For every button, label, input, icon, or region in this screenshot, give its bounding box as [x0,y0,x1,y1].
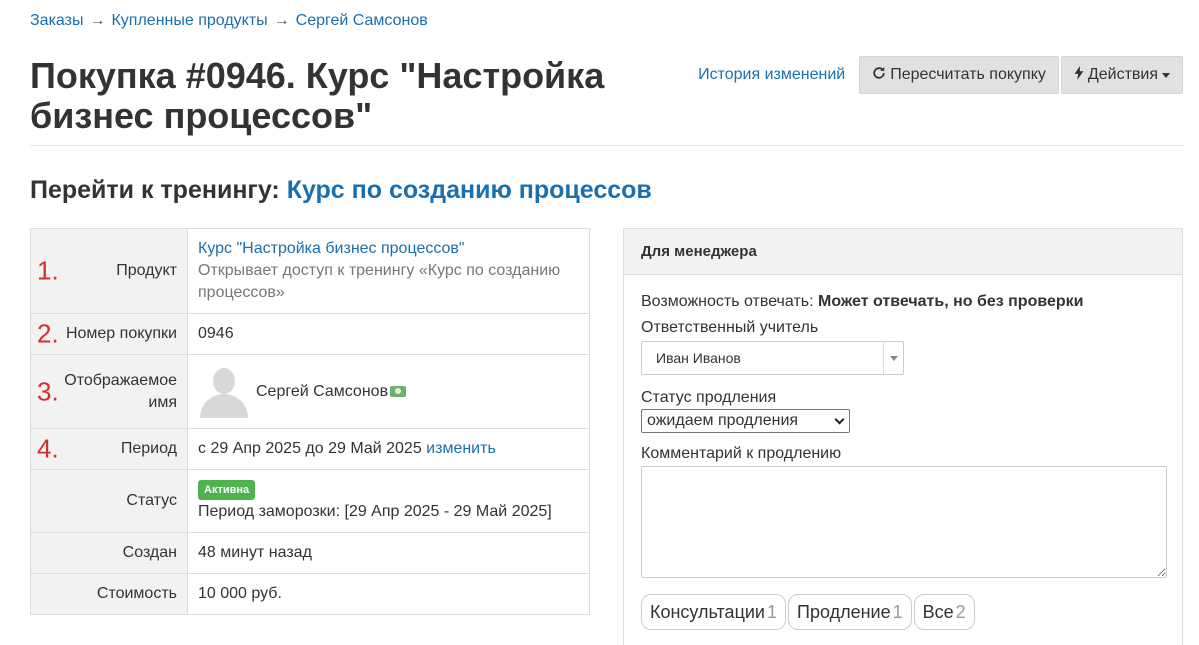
cost-value: 10 000 руб. [187,573,590,615]
tab-count: 1 [892,601,903,622]
number-marker: 3. [37,376,59,406]
row-label-cell: 4. Период [30,428,188,470]
table-row-status: Статус Активна Период заморозки: [29 Апр… [30,469,590,533]
breadcrumb-separator: → [89,12,106,29]
row-value-cell: Курс "Настройка бизнес процессов" Открыв… [187,228,590,314]
tab-count: 2 [955,601,966,622]
avatar[interactable] [198,366,250,418]
header-divider [30,145,1183,146]
table-row-cost: Стоимость 10 000 руб. [30,573,590,615]
tab-renewal[interactable]: Продление 1 [788,594,912,630]
training-link[interactable]: Курс по созданию процессов [287,176,652,204]
tab-label: Все [922,601,954,622]
renewal-comment-textarea[interactable] [641,466,1167,578]
bolt-icon [1074,65,1084,85]
teacher-label: Ответственный учитель [641,319,819,336]
renewal-select-value: ожидаем продления [647,412,799,429]
manager-panel-title: Для менеджера [624,229,1182,275]
cost-label: Стоимость [96,585,177,602]
recalc-button-label: Пересчитать покупку [890,66,1046,83]
breadcrumb-user-link[interactable]: Сергей Самсонов [296,12,428,29]
table-row-period: 4. Период с 29 Апр 2025 до 29 Май 2025 и… [30,428,590,470]
tab-all[interactable]: Все 2 [913,594,975,630]
number-marker: 4. [37,433,59,464]
tab-consultations[interactable]: Консультации 1 [641,594,787,630]
caret-down-icon [1162,72,1170,78]
product-label: Продукт [116,262,177,279]
user-name-link[interactable]: Сергей Самсонов [256,383,388,401]
breadcrumb-orders-link[interactable]: Заказы [30,12,83,29]
reply-value: Может отвечать, но без проверки [818,293,1084,310]
manager-panel-body: Возможность отвечать: Может отвечать, но… [624,275,1182,645]
renewal-label: Статус продления [641,389,777,406]
purchase-number-value: 0946 [187,313,590,355]
tab-count: 1 [767,601,778,622]
breadcrumb-separator: → [273,12,290,29]
purchase-number-label: Номер покупки [65,325,177,342]
row-value-cell: Активна Период заморозки: [29 Апр 2025 -… [187,469,590,533]
teacher-select[interactable]: Иван Иванов [641,341,904,375]
renewal-status-select[interactable]: ожидаем продления [641,409,850,433]
row-value-cell: Сергей Самсонов [187,354,590,429]
number-marker: 2. [37,318,59,349]
table-row-product: 1. Продукт Курс "Настройка бизнес процес… [30,228,590,314]
user-row: Сергей Самсонов [198,366,579,418]
status-badge: Активна [198,479,256,500]
period-value: с 29 Апр 2025 до 29 Май 2025 [198,440,422,457]
tab-label: Консультации [650,601,765,622]
table-row-created: Создан 48 минут назад [30,532,590,574]
purchase-info-table: 1. Продукт Курс "Настройка бизнес процес… [30,228,590,615]
header-actions: История изменений Пересчитать покупку Де… [698,56,1183,94]
money-icon [390,386,407,397]
created-label: Создан [122,544,177,561]
change-period-link[interactable]: изменить [426,440,496,457]
manager-tabs: Консультации 1 Продление 1 Все 2 [641,594,1165,630]
reply-permission: Возможность отвечать: Может отвечать, но… [641,291,1165,313]
row-value-cell: с 29 Апр 2025 до 29 Май 2025 изменить [187,428,590,470]
status-label: Статус [126,492,177,509]
chevron-down-icon [834,414,845,425]
row-label-cell: 3. Отображаемое имя [30,354,188,429]
created-value: 48 минут назад [187,532,590,574]
manager-panel: Для менеджера Возможность отвечать: Може… [623,228,1183,645]
training-heading: Перейти к тренингу: Курс по созданию про… [30,176,652,205]
product-description: Открывает доступ к тренингу «Курс по соз… [198,262,561,301]
row-label-cell: Создан [30,532,188,574]
breadcrumb: Заказы → Купленные продукты → Сергей Самсоно… [30,12,428,30]
product-link[interactable]: Курс "Настройка бизнес процессов" [198,238,579,260]
training-prefix: Перейти к тренингу: [30,176,280,204]
display-name-label: Отображаемое имя [64,371,177,411]
comment-label: Комментарий к продлению [641,445,842,462]
table-row-purchase-number: 2. Номер покупки 0946 [30,313,590,355]
number-marker: 1. [37,255,59,286]
row-label-cell: Статус [30,469,188,533]
refresh-icon [872,66,886,85]
table-row-display-name: 3. Отображаемое имя Сергей Самсонов [30,354,590,429]
row-label-cell: 1. Продукт [30,228,188,314]
actions-dropdown-button[interactable]: Действия [1060,56,1183,94]
tab-label: Продление [797,601,891,622]
breadcrumb-purchased-products-link[interactable]: Купленные продукты [111,12,267,29]
history-link[interactable]: История изменений [698,66,845,84]
chevron-down-icon [883,342,903,374]
page-title: Покупка #0946. Курс "Настройка бизнес пр… [30,55,605,136]
row-label-cell: 2. Номер покупки [30,313,188,355]
row-label-cell: Стоимость [30,573,188,615]
recalc-button[interactable]: Пересчитать покупку [859,56,1059,94]
period-label: Период [120,440,177,457]
actions-button-label: Действия [1087,66,1158,83]
freeze-period: Период заморозки: [29 Апр 2025 - 29 Май … [198,502,552,520]
teacher-select-value: Иван Иванов [656,350,741,366]
reply-label: Возможность отвечать: [641,293,814,310]
